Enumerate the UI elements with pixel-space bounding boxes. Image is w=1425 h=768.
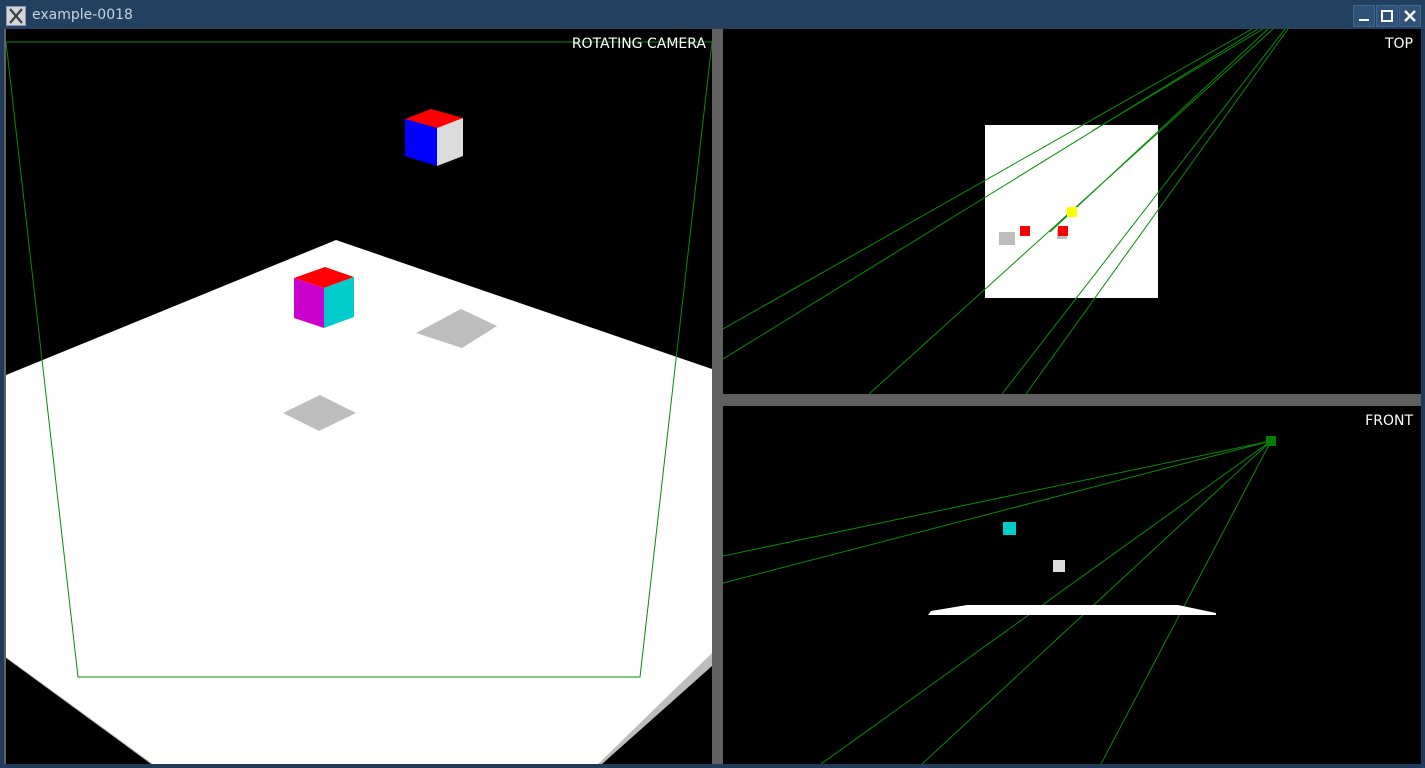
- frustum-line: [723, 440, 1272, 584]
- frustum-line: [723, 29, 1259, 360]
- cube-marker: [1003, 522, 1016, 535]
- app-icon: [6, 6, 26, 26]
- maximize-button[interactable]: [1376, 5, 1398, 27]
- viewport-frame: ROTATING CAMERA TOP FRONT: [4, 29, 1421, 764]
- rotating-camera-viewport[interactable]: ROTATING CAMERA: [6, 29, 712, 764]
- cube-marker: [1053, 560, 1065, 572]
- viewport-label: ROTATING CAMERA: [571, 36, 706, 52]
- camera-marker: [1067, 207, 1077, 217]
- frustum-line: [1100, 440, 1272, 764]
- close-button[interactable]: [1399, 5, 1421, 27]
- cube-marker: [1020, 226, 1030, 236]
- top-viewport[interactable]: TOP: [723, 29, 1421, 394]
- floor: [928, 605, 1216, 615]
- front-viewport[interactable]: FRONT: [723, 406, 1421, 764]
- frustum-line: [820, 440, 1272, 764]
- cube-shadow: [999, 232, 1015, 245]
- close-icon: [1404, 10, 1416, 22]
- maximize-icon: [1381, 10, 1393, 22]
- floor: [6, 240, 712, 764]
- viewport-label: FRONT: [1365, 413, 1413, 429]
- frustum-line: [921, 440, 1272, 764]
- top-scene: [723, 29, 1289, 394]
- cube-marker: [1058, 226, 1068, 236]
- title-bar: example-0018: [0, 0, 1425, 29]
- minimize-icon: [1359, 19, 1369, 21]
- minimize-button[interactable]: [1353, 5, 1375, 27]
- frustum-line: [723, 440, 1272, 557]
- rotating-camera-scene: [6, 41, 712, 764]
- front-scene: [723, 436, 1276, 764]
- window-title: example-0018: [32, 7, 133, 23]
- camera-marker: [1266, 436, 1276, 446]
- viewport-label: TOP: [1384, 36, 1413, 52]
